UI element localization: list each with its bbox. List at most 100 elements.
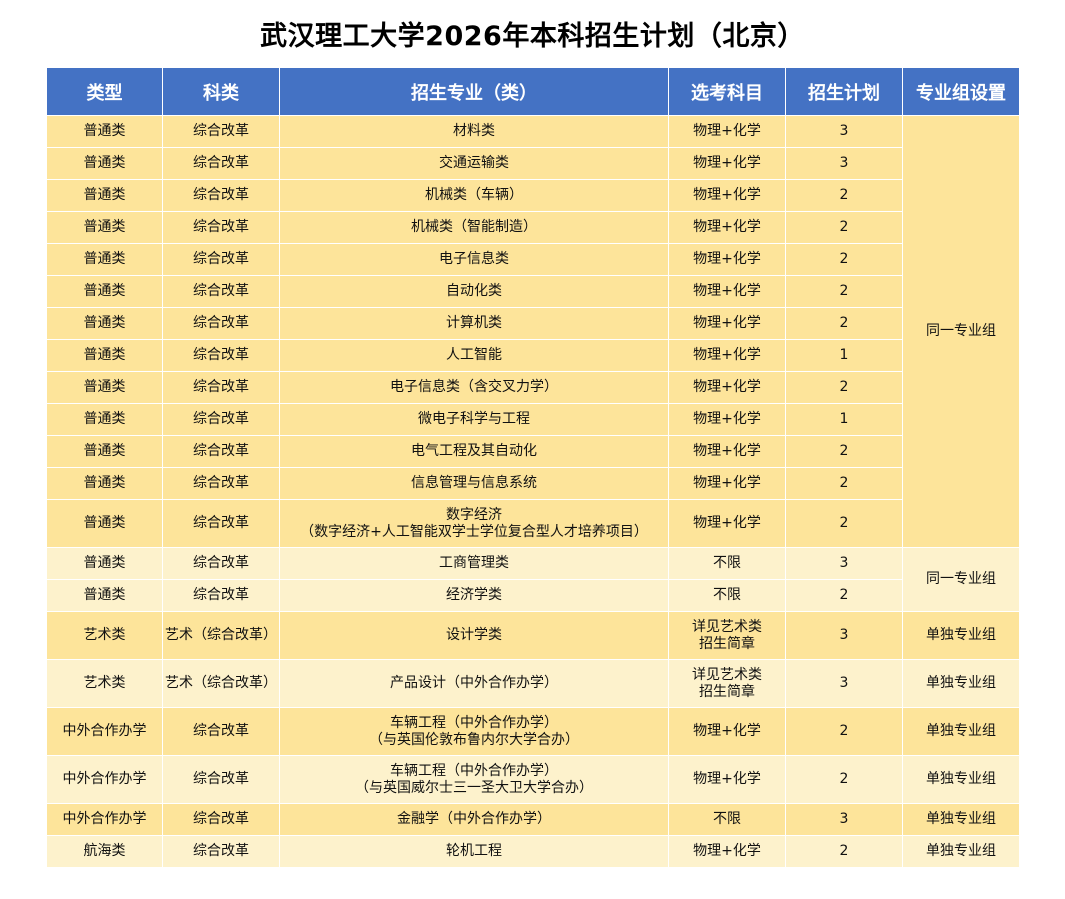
- cell-subjects-line: 物理+化学: [693, 475, 761, 491]
- cell-major-line: 产品设计（中外合作办学）: [390, 675, 558, 691]
- cell-plan: 3: [785, 803, 903, 836]
- cell-plan: 2: [785, 275, 903, 308]
- cell-category: 综合改革: [162, 547, 280, 580]
- cell-major-line: （与英国威尔士三一圣大卫大学合办）: [355, 779, 593, 796]
- cell-major: 微电子科学与工程: [279, 403, 669, 436]
- cell-major-line: 设计学类: [446, 627, 502, 643]
- cell-category: 艺术（综合改革）: [162, 611, 280, 660]
- cell-subjects: 物理+化学: [668, 147, 786, 180]
- cell-category: 综合改革: [162, 403, 280, 436]
- cell-subjects-line: 物理+化学: [693, 123, 761, 139]
- header-subjects: 选考科目: [668, 67, 786, 116]
- cell-category: 综合改革: [162, 275, 280, 308]
- table-header-row: 类型 科类 招生专业（类） 选考科目 招生计划 专业组设置: [46, 67, 1020, 116]
- cell-major-line: 人工智能: [446, 347, 502, 363]
- cell-type: 普通类: [46, 307, 163, 340]
- cell-category: 综合改革: [162, 371, 280, 404]
- table-row: 中外合作办学 综合改革 金融学（中外合作办学） 不限 3 单独专业组: [46, 803, 1020, 836]
- header-category: 科类: [162, 67, 280, 116]
- cell-major: 材料类: [279, 115, 669, 148]
- cell-major-line: 车辆工程（中外合作办学）: [390, 762, 558, 779]
- cell-subjects-line: 物理+化学: [693, 771, 761, 787]
- cell-major: 设计学类: [279, 611, 669, 660]
- cell-group: 单独专业组: [902, 835, 1020, 868]
- cell-category: 综合改革: [162, 147, 280, 180]
- cell-subjects: 物理+化学: [668, 275, 786, 308]
- cell-major: 车辆工程（中外合作办学） （与英国威尔士三一圣大卫大学合办）: [279, 755, 669, 804]
- cell-plan: 2: [785, 579, 903, 612]
- cell-category: 综合改革: [162, 307, 280, 340]
- cell-major: 经济学类: [279, 579, 669, 612]
- cell-plan: 2: [785, 499, 903, 548]
- cell-subjects-line: 物理+化学: [693, 443, 761, 459]
- cell-type: 普通类: [46, 179, 163, 212]
- cell-subjects: 物理+化学: [668, 307, 786, 340]
- cell-plan: 3: [785, 547, 903, 580]
- cell-plan: 2: [785, 435, 903, 468]
- cell-type: 普通类: [46, 403, 163, 436]
- table-row: 普通类 综合改革 电气工程及其自动化 物理+化学 2: [46, 435, 1020, 468]
- cell-major: 信息管理与信息系统: [279, 467, 669, 500]
- header-group: 专业组设置: [902, 67, 1020, 116]
- cell-subjects-line: 不限: [713, 587, 741, 603]
- cell-subjects: 物理+化学: [668, 179, 786, 212]
- cell-plan: 1: [785, 403, 903, 436]
- cell-type: 普通类: [46, 499, 163, 548]
- cell-category: 综合改革: [162, 115, 280, 148]
- cell-major: 人工智能: [279, 339, 669, 372]
- cell-subjects: 不限: [668, 803, 786, 836]
- cell-category: 综合改革: [162, 243, 280, 276]
- cell-type: 普通类: [46, 547, 163, 580]
- cell-subjects: 物理+化学: [668, 403, 786, 436]
- cell-type: 中外合作办学: [46, 707, 163, 756]
- cell-subjects-line: 招生简章: [699, 635, 755, 652]
- table-row: 普通类 综合改革 材料类 物理+化学 3 同一专业组: [46, 115, 1020, 548]
- cell-subjects: 物理+化学: [668, 115, 786, 148]
- cell-plan: 3: [785, 115, 903, 148]
- table-row: 普通类 综合改革 微电子科学与工程 物理+化学 1: [46, 403, 1020, 436]
- cell-major: 产品设计（中外合作办学）: [279, 659, 669, 708]
- cell-major: 计算机类: [279, 307, 669, 340]
- cell-major-line: 自动化类: [446, 283, 502, 299]
- cell-subjects: 物理+化学: [668, 467, 786, 500]
- cell-major-line: 材料类: [453, 123, 495, 139]
- cell-subjects-line: 物理+化学: [693, 515, 761, 531]
- cell-major-line: 机械类（车辆）: [425, 187, 523, 203]
- cell-subjects: 物理+化学: [668, 371, 786, 404]
- cell-major: 数字经济 （数字经济+人工智能双学士学位复合型人才培养项目）: [279, 499, 669, 548]
- cell-plan: 3: [785, 147, 903, 180]
- cell-subjects: 详见艺术类 招生简章: [668, 659, 786, 708]
- cell-group: 单独专业组: [902, 755, 1020, 804]
- table-row: 普通类 综合改革 信息管理与信息系统 物理+化学 2: [46, 467, 1020, 500]
- cell-group: 单独专业组: [902, 611, 1020, 660]
- cell-plan: 2: [785, 755, 903, 804]
- table-row: 普通类 综合改革 交通运输类 物理+化学 3: [46, 147, 1020, 180]
- cell-category: 综合改革: [162, 835, 280, 868]
- cell-plan: 2: [785, 835, 903, 868]
- cell-major: 轮机工程: [279, 835, 669, 868]
- cell-type: 普通类: [46, 115, 163, 148]
- cell-type: 普通类: [46, 435, 163, 468]
- cell-subjects-line: 物理+化学: [693, 843, 761, 859]
- cell-major-line: 微电子科学与工程: [418, 411, 530, 427]
- cell-plan: 1: [785, 339, 903, 372]
- cell-major: 机械类（智能制造）: [279, 211, 669, 244]
- table-row: 普通类 综合改革 自动化类 物理+化学 2: [46, 275, 1020, 308]
- cell-category: 综合改革: [162, 579, 280, 612]
- cell-major-line: （与英国伦敦布鲁内尔大学合办）: [369, 731, 579, 748]
- cell-plan: 2: [785, 467, 903, 500]
- table-row: 普通类 综合改革 机械类（车辆） 物理+化学 2: [46, 179, 1020, 212]
- cell-subjects: 不限: [668, 547, 786, 580]
- cell-subjects-line: 详见艺术类: [692, 618, 762, 635]
- cell-major: 工商管理类: [279, 547, 669, 580]
- table-row: 普通类 综合改革 经济学类 不限 2: [46, 579, 1020, 612]
- cell-type: 艺术类: [46, 611, 163, 660]
- table-row: 普通类 综合改革 电子信息类（含交叉力学） 物理+化学 2: [46, 371, 1020, 404]
- table-row: 普通类 综合改革 工商管理类 不限 3 同一专业组: [46, 547, 1020, 612]
- cell-category: 综合改革: [162, 803, 280, 836]
- cell-subjects: 物理+化学: [668, 243, 786, 276]
- cell-group: 同一专业组: [902, 115, 1020, 548]
- cell-group: 单独专业组: [902, 659, 1020, 708]
- table-row: 普通类 综合改革 机械类（智能制造） 物理+化学 2: [46, 211, 1020, 244]
- cell-subjects: 不限: [668, 579, 786, 612]
